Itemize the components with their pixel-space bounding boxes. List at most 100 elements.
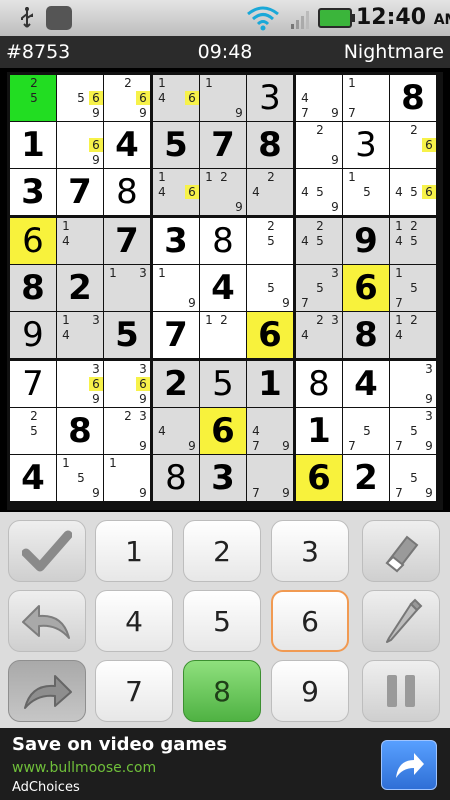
cell-r8c9[interactable]: 357 9 [390, 408, 436, 454]
cell-r7c8[interactable]: 4 [343, 361, 389, 407]
cell-r7c4[interactable]: 2 [153, 361, 199, 407]
ad-open-button[interactable] [381, 740, 437, 790]
cell-r6c8[interactable]: 8 [343, 312, 389, 358]
cell-r2c7[interactable]: 29 [296, 122, 342, 168]
cell-r5c2[interactable]: 2 [57, 265, 103, 311]
cell-r9c5[interactable]: 3 [200, 455, 246, 501]
number-key-4[interactable]: 4 [95, 590, 173, 652]
cell-r5c8[interactable]: 6 [343, 265, 389, 311]
cell-r8c3[interactable]: 23 9 [104, 408, 150, 454]
cell-r7c7[interactable]: 8 [296, 361, 342, 407]
ad-title[interactable]: Save on video games [12, 734, 227, 755]
cell-r8c4[interactable]: 49 [153, 408, 199, 454]
cell-r9c6[interactable]: 79 [247, 455, 293, 501]
cell-r4c1[interactable]: 6 [10, 218, 56, 264]
ad-choices-link[interactable]: AdChoices [12, 780, 80, 795]
cell-r1c7[interactable]: 47 9 [296, 75, 342, 121]
cell-r4c7[interactable]: 245 [296, 218, 342, 264]
cell-r4c8[interactable]: 9 [343, 218, 389, 264]
cell-r4c6[interactable]: 25 [247, 218, 293, 264]
cell-r3c3[interactable]: 8 [104, 169, 150, 215]
cell-r9c1[interactable]: 4 [10, 455, 56, 501]
cell-r5c5[interactable]: 4 [200, 265, 246, 311]
cell-r4c5[interactable]: 8 [200, 218, 246, 264]
cell-r8c5[interactable]: 6 [200, 408, 246, 454]
cell-r7c3[interactable]: 369 [104, 361, 150, 407]
cell-r4c9[interactable]: 1245 [390, 218, 436, 264]
pencil-button[interactable] [362, 590, 440, 652]
cell-r5c4[interactable]: 19 [153, 265, 199, 311]
cell-r8c6[interactable]: 47 9 [247, 408, 293, 454]
cell-r7c6[interactable]: 1 [247, 361, 293, 407]
cell-r3c9[interactable]: 456 [390, 169, 436, 215]
cell-r9c4[interactable]: 8 [153, 455, 199, 501]
cell-r2c4[interactable]: 5 [153, 122, 199, 168]
cell-r2c8[interactable]: 3 [343, 122, 389, 168]
cell-r3c2[interactable]: 7 [57, 169, 103, 215]
redo-button[interactable] [8, 660, 86, 722]
cell-r1c2[interactable]: 569 [57, 75, 103, 121]
cell-r8c1[interactable]: 25 [10, 408, 56, 454]
number-key-5[interactable]: 5 [183, 590, 261, 652]
cell-r3c8[interactable]: 15 [343, 169, 389, 215]
number-key-2[interactable]: 2 [183, 520, 261, 582]
cell-r7c2[interactable]: 369 [57, 361, 103, 407]
cell-r6c7[interactable]: 23 4 [296, 312, 342, 358]
cell-r8c2[interactable]: 8 [57, 408, 103, 454]
cell-r9c7[interactable]: 6 [296, 455, 342, 501]
undo-button[interactable] [8, 590, 86, 652]
cell-r6c5[interactable]: 12 [200, 312, 246, 358]
cell-r5c9[interactable]: 157 [390, 265, 436, 311]
number-key-6[interactable]: 6 [271, 590, 349, 652]
cell-r4c3[interactable]: 7 [104, 218, 150, 264]
cell-r2c1[interactable]: 1 [10, 122, 56, 168]
cell-r2c9[interactable]: 26 [390, 122, 436, 168]
cell-r6c9[interactable]: 124 [390, 312, 436, 358]
cell-r8c7[interactable]: 1 [296, 408, 342, 454]
cell-r4c2[interactable]: 14 [57, 218, 103, 264]
number-key-1[interactable]: 1 [95, 520, 173, 582]
pause-button[interactable] [362, 660, 440, 722]
ad-banner[interactable]: Save on video games www.bullmoose.com Ad… [0, 728, 450, 800]
cell-r1c8[interactable]: 17 [343, 75, 389, 121]
cell-r2c6[interactable]: 8 [247, 122, 293, 168]
cell-r3c6[interactable]: 24 [247, 169, 293, 215]
cell-r7c1[interactable]: 7 [10, 361, 56, 407]
cell-r9c3[interactable]: 19 [104, 455, 150, 501]
cell-r3c1[interactable]: 3 [10, 169, 56, 215]
cell-r2c2[interactable]: 69 [57, 122, 103, 168]
cell-r5c6[interactable]: 59 [247, 265, 293, 311]
cell-r1c4[interactable]: 14 6 [153, 75, 199, 121]
cell-r6c6[interactable]: 6 [247, 312, 293, 358]
number-key-9[interactable]: 9 [271, 660, 349, 722]
cell-r6c4[interactable]: 7 [153, 312, 199, 358]
number-key-8[interactable]: 8 [183, 660, 261, 722]
cell-r3c5[interactable]: 12 9 [200, 169, 246, 215]
number-key-3[interactable]: 3 [271, 520, 349, 582]
cell-r1c9[interactable]: 8 [390, 75, 436, 121]
cell-r6c2[interactable]: 1 3 4 [57, 312, 103, 358]
cell-r1c3[interactable]: 269 [104, 75, 150, 121]
cell-r7c9[interactable]: 39 [390, 361, 436, 407]
cell-r8c8[interactable]: 57 [343, 408, 389, 454]
cell-r1c1[interactable]: 25 [10, 75, 56, 121]
number-key-7[interactable]: 7 [95, 660, 173, 722]
cell-r1c6[interactable]: 3 [247, 75, 293, 121]
cell-r6c1[interactable]: 9 [10, 312, 56, 358]
cell-r9c2[interactable]: 159 [57, 455, 103, 501]
ad-url[interactable]: www.bullmoose.com [12, 760, 156, 776]
cell-r9c9[interactable]: 57 9 [390, 455, 436, 501]
cell-r2c5[interactable]: 7 [200, 122, 246, 168]
cell-r2c3[interactable]: 4 [104, 122, 150, 168]
cell-r6c3[interactable]: 5 [104, 312, 150, 358]
cell-r7c5[interactable]: 5 [200, 361, 246, 407]
cell-r5c1[interactable]: 8 [10, 265, 56, 311]
cell-r3c4[interactable]: 14 6 [153, 169, 199, 215]
cell-r9c8[interactable]: 2 [343, 455, 389, 501]
cell-r5c3[interactable]: 13 [104, 265, 150, 311]
check-button[interactable] [8, 520, 86, 582]
cell-r3c7[interactable]: 459 [296, 169, 342, 215]
eraser-button[interactable] [362, 520, 440, 582]
cell-r4c4[interactable]: 3 [153, 218, 199, 264]
cell-r5c7[interactable]: 357 [296, 265, 342, 311]
